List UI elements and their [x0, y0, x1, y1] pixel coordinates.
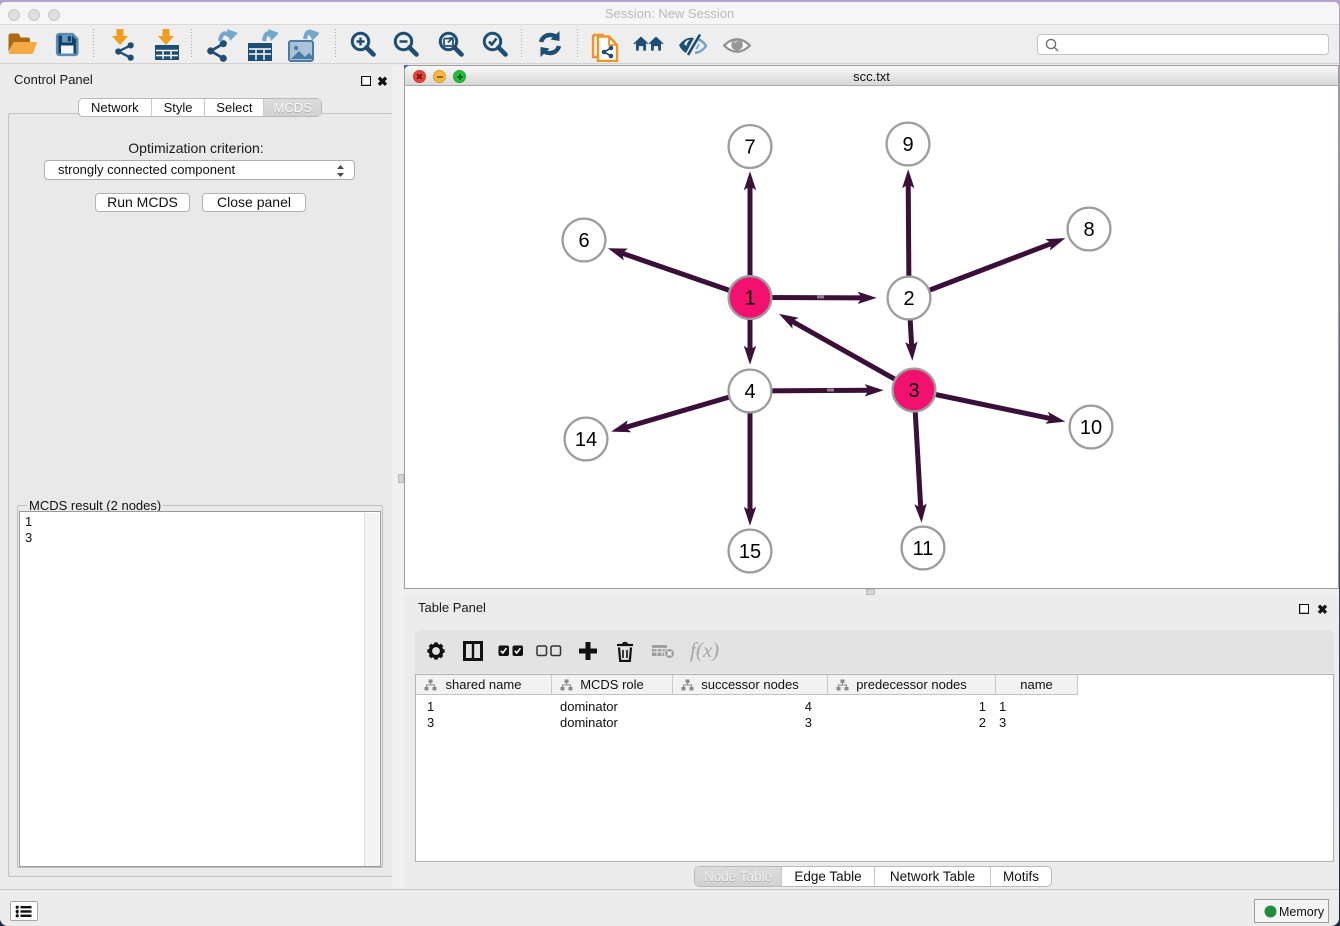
svg-text:10: 10 — [1080, 417, 1102, 439]
svg-text:11: 11 — [913, 538, 934, 560]
svg-text:3: 3 — [908, 380, 919, 402]
svg-text:6: 6 — [578, 230, 589, 252]
svg-text:7: 7 — [744, 137, 755, 159]
svg-text:9: 9 — [902, 134, 913, 156]
svg-text:8: 8 — [1083, 219, 1094, 241]
svg-text:15: 15 — [739, 541, 761, 563]
svg-text:14: 14 — [575, 429, 597, 451]
svg-text:2: 2 — [903, 288, 914, 310]
svg-text:4: 4 — [744, 381, 755, 403]
svg-text:1: 1 — [744, 288, 755, 310]
